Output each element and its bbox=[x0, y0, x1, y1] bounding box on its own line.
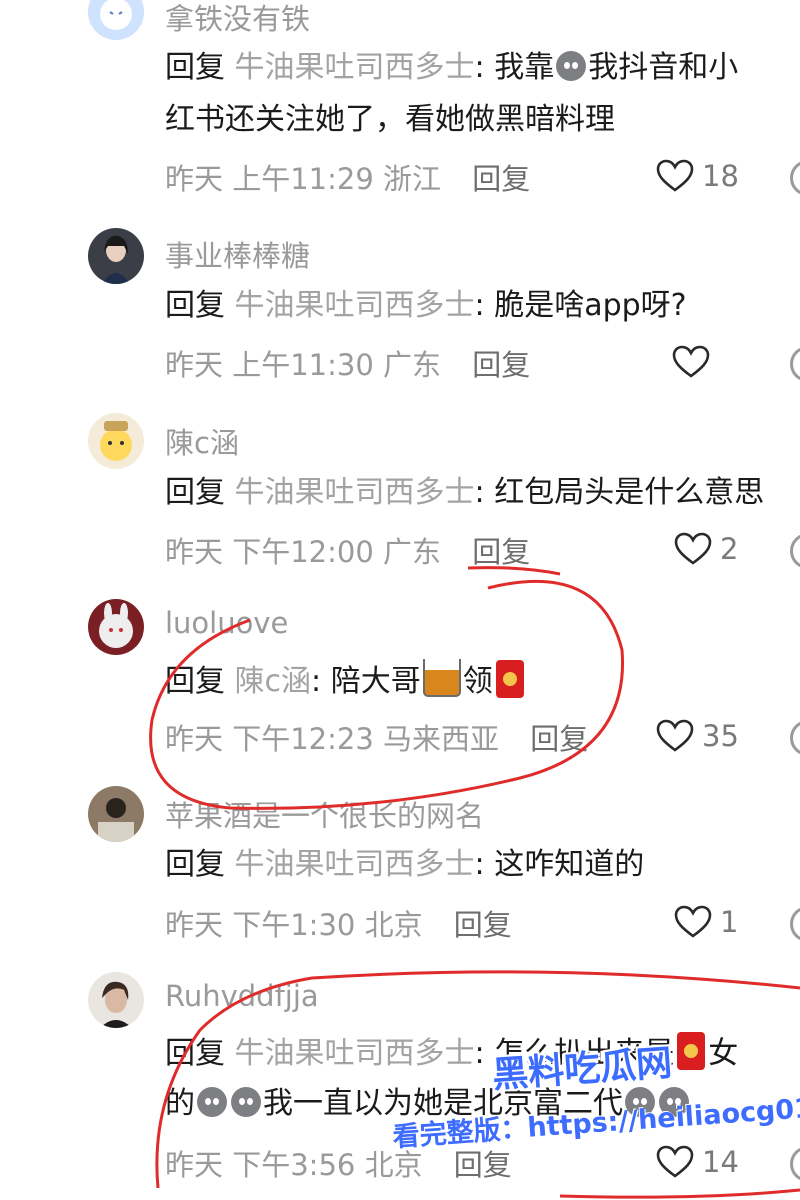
comment-text-part: 的 bbox=[165, 1086, 195, 1121]
comment-location: 广东 bbox=[383, 348, 442, 382]
comment-text-part: 领 bbox=[462, 664, 493, 699]
like-count: 2 bbox=[720, 532, 739, 566]
reply-button[interactable]: 回复 bbox=[454, 1148, 512, 1182]
heart-icon bbox=[674, 905, 712, 938]
comment-username[interactable]: 苹果酒是一个很长的网名 bbox=[165, 793, 484, 835]
like-count: 14 bbox=[702, 1145, 739, 1179]
comment-time: 昨天 上午11:30 bbox=[165, 348, 374, 382]
reply-button[interactable]: 回复 bbox=[472, 535, 530, 569]
red-envelope-emoji-icon bbox=[495, 660, 524, 698]
comment-time: 昨天 下午3:56 bbox=[165, 1148, 356, 1182]
heart-icon bbox=[674, 532, 712, 565]
comment-text-part: 脆是啥app呀? bbox=[494, 288, 687, 323]
more-icon[interactable] bbox=[790, 533, 800, 569]
avatar[interactable] bbox=[88, 0, 144, 40]
comment-time: 昨天 下午12:23 bbox=[165, 722, 374, 756]
comment-text-part: 这咋知道的 bbox=[494, 847, 645, 882]
ghost-emoji-icon bbox=[556, 51, 587, 81]
comment-text: 回复 牛油果吐司西多士: 我靠 我抖音和小 bbox=[165, 48, 738, 88]
reply-button[interactable]: 回复 bbox=[530, 722, 588, 756]
avatar[interactable] bbox=[88, 413, 144, 469]
comment-text: 回复 牛油果吐司西多士: 这咋知道的 bbox=[165, 845, 644, 885]
comment-meta: 昨天 下午12:00 广东 回复 bbox=[165, 529, 530, 571]
reply-label: 回复 bbox=[165, 50, 225, 85]
comment-text-part: 我靠 bbox=[494, 50, 555, 85]
like-button[interactable] bbox=[672, 342, 710, 382]
more-icon[interactable] bbox=[790, 160, 800, 196]
heart-icon bbox=[672, 345, 710, 378]
heart-icon bbox=[656, 1145, 694, 1178]
more-icon[interactable] bbox=[790, 720, 800, 756]
like-count: 35 bbox=[702, 719, 739, 753]
like-count: 18 bbox=[702, 159, 739, 193]
reply-target[interactable]: 牛油果吐司西多士 bbox=[235, 847, 475, 882]
colon: : bbox=[474, 847, 495, 882]
comment-username[interactable]: 陳c涵 bbox=[165, 420, 239, 462]
colon: : bbox=[311, 664, 331, 699]
reply-label: 回复 bbox=[165, 288, 225, 323]
colon: : bbox=[474, 50, 495, 85]
like-button[interactable]: 2 bbox=[674, 529, 738, 569]
whisky-emoji-icon bbox=[422, 659, 461, 697]
comment-time: 昨天 下午12:00 bbox=[165, 535, 374, 569]
comment-time: 昨天 上午11:29 bbox=[165, 162, 374, 196]
colon: : bbox=[474, 288, 495, 323]
red-envelope-emoji-icon bbox=[677, 1032, 706, 1070]
comment-text: 回复 陳c涵: 陪大哥 领 bbox=[165, 659, 527, 702]
like-button[interactable]: 35 bbox=[656, 716, 739, 756]
comment-text: 回复 牛油果吐司西多士: 红包局头是什么意思 bbox=[165, 473, 764, 513]
ghost-emoji-icon bbox=[231, 1087, 261, 1117]
comment-location: 北京 bbox=[364, 908, 423, 942]
avatar[interactable] bbox=[88, 972, 144, 1028]
comment-text-part: 红包局头是什么意思 bbox=[494, 475, 765, 510]
comment-location: 马来西亚 bbox=[383, 722, 500, 756]
reply-button[interactable]: 回复 bbox=[472, 348, 530, 382]
reply-target[interactable]: 牛油果吐司西多士 bbox=[235, 1036, 475, 1071]
comment-text-part: 女 bbox=[708, 1036, 739, 1071]
reply-label: 回复 bbox=[165, 664, 225, 699]
like-button[interactable]: 1 bbox=[674, 902, 738, 942]
reply-button[interactable]: 回复 bbox=[454, 908, 512, 942]
like-button[interactable]: 18 bbox=[656, 156, 739, 196]
more-icon[interactable] bbox=[790, 346, 800, 382]
comment-meta: 昨天 上午11:30 广东 回复 bbox=[165, 342, 530, 384]
more-icon[interactable] bbox=[790, 1146, 800, 1182]
like-button[interactable]: 14 bbox=[656, 1142, 739, 1182]
comment-location: 广东 bbox=[383, 535, 442, 569]
comment-meta: 昨天 下午12:23 马来西亚 回复 bbox=[165, 716, 588, 758]
avatar[interactable] bbox=[88, 228, 144, 284]
comment-username[interactable]: 拿铁没有铁 bbox=[165, 0, 310, 38]
reply-label: 回复 bbox=[165, 475, 225, 510]
reply-target[interactable]: 陳c涵 bbox=[235, 664, 312, 699]
reply-target[interactable]: 牛油果吐司西多士 bbox=[235, 288, 475, 323]
colon: : bbox=[474, 475, 495, 510]
comment-text-part: 我抖音和小 bbox=[588, 50, 739, 85]
heart-icon bbox=[656, 159, 694, 192]
reply-label: 回复 bbox=[165, 847, 225, 882]
comment-text: 回复 牛油果吐司西多士: 脆是啥app呀? bbox=[165, 286, 687, 326]
comment-text-part: 陪大哥 bbox=[330, 664, 421, 699]
comment-meta: 昨天 下午1:30 北京 回复 bbox=[165, 902, 512, 944]
reply-target[interactable]: 牛油果吐司西多士 bbox=[235, 50, 475, 85]
comment-username[interactable]: luoluove bbox=[165, 606, 288, 640]
comment-meta: 昨天 上午11:29 浙江 回复 bbox=[165, 156, 530, 198]
comment-text-line2: 红书还关注她了，看她做黑暗料理 bbox=[165, 102, 615, 137]
heart-icon bbox=[656, 719, 694, 752]
comment-username[interactable]: Ruhvddfjja bbox=[165, 979, 319, 1013]
more-icon[interactable] bbox=[790, 906, 800, 942]
avatar[interactable] bbox=[88, 599, 144, 655]
like-count: 1 bbox=[720, 905, 739, 939]
reply-label: 回复 bbox=[165, 1036, 225, 1071]
avatar[interactable] bbox=[88, 786, 144, 842]
reply-target[interactable]: 牛油果吐司西多士 bbox=[235, 475, 475, 510]
reply-button[interactable]: 回复 bbox=[472, 162, 530, 196]
comment-location: 浙江 bbox=[383, 162, 442, 196]
comment-time: 昨天 下午1:30 bbox=[165, 908, 356, 942]
comment-username[interactable]: 事业棒棒糖 bbox=[165, 233, 310, 275]
ghost-emoji-icon bbox=[197, 1087, 227, 1117]
